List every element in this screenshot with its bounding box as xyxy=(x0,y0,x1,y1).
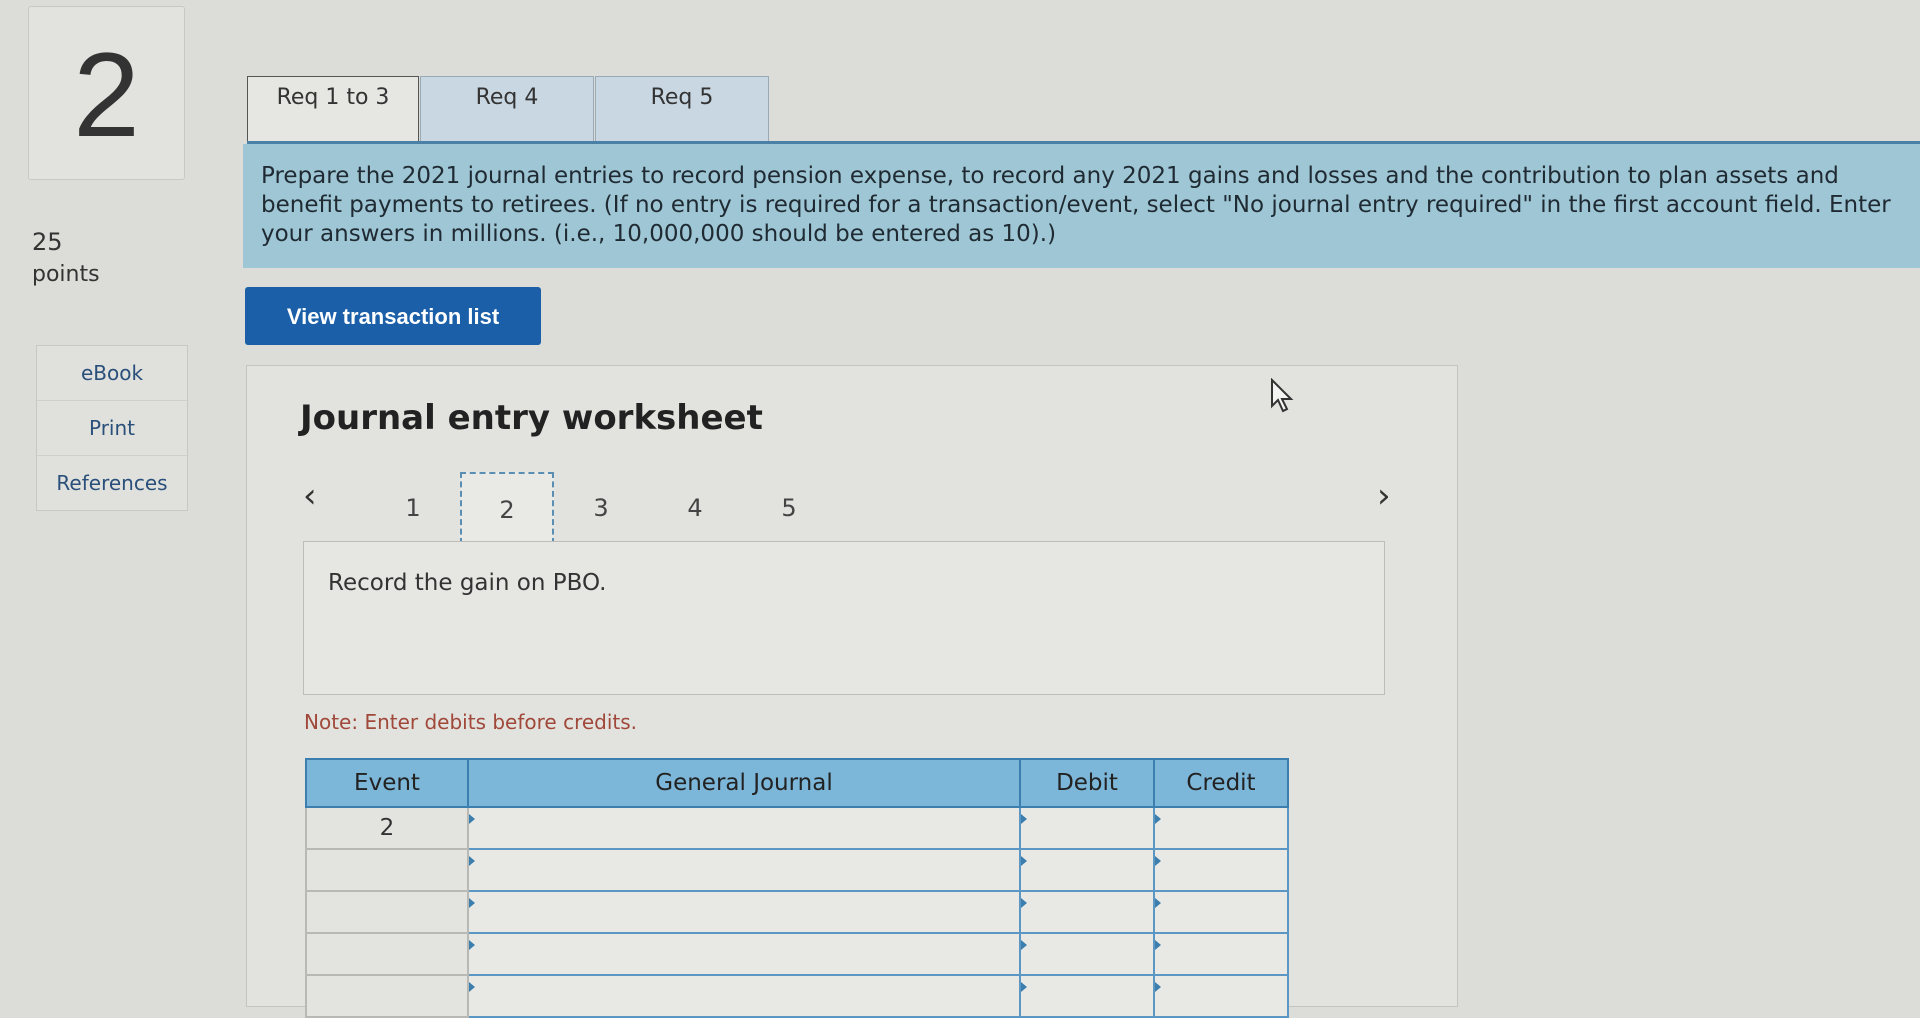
question-number: 2 xyxy=(73,28,140,162)
header-general-journal: General Journal xyxy=(467,758,1021,808)
record-description-box xyxy=(303,541,1385,695)
account-field[interactable] xyxy=(467,848,1021,892)
event-cell: 2 xyxy=(305,806,469,850)
account-field[interactable] xyxy=(467,890,1021,934)
question-number-box: 2 xyxy=(28,6,185,180)
tab-req-1-to-3[interactable]: Req 1 to 3 xyxy=(247,76,419,141)
points-value: 25 xyxy=(32,228,63,256)
header-event: Event xyxy=(305,758,469,808)
side-links: eBook Print References xyxy=(36,345,188,511)
worksheet-title: Journal entry worksheet xyxy=(300,398,763,438)
tab-req-4[interactable]: Req 4 xyxy=(420,76,594,141)
credit-field[interactable] xyxy=(1153,848,1289,892)
event-cell xyxy=(305,932,469,976)
table-row xyxy=(305,890,1289,934)
debit-field[interactable] xyxy=(1019,890,1155,934)
next-step-icon[interactable]: › xyxy=(1377,476,1391,516)
account-field[interactable] xyxy=(467,932,1021,976)
tab-req-5[interactable]: Req 5 xyxy=(595,76,769,141)
account-field[interactable] xyxy=(467,974,1021,1018)
table-row xyxy=(305,848,1289,892)
credit-field[interactable] xyxy=(1153,974,1289,1018)
references-link[interactable]: References xyxy=(37,456,187,510)
debit-field[interactable] xyxy=(1019,932,1155,976)
header-credit: Credit xyxy=(1153,758,1289,808)
journal-table: Event General Journal Debit Credit 2 xyxy=(305,758,1289,1018)
step-3[interactable]: 3 xyxy=(554,472,648,544)
account-field[interactable] xyxy=(467,806,1021,850)
debits-note: Note: Enter debits before credits. xyxy=(304,710,638,734)
event-cell xyxy=(305,890,469,934)
instructions-text: Prepare the 2021 journal entries to reco… xyxy=(243,144,1920,268)
credit-field[interactable] xyxy=(1153,806,1289,850)
view-transaction-list-button[interactable]: View transaction list xyxy=(245,287,541,345)
table-row xyxy=(305,932,1289,976)
print-link[interactable]: Print xyxy=(37,401,187,456)
ebook-link[interactable]: eBook xyxy=(37,346,187,401)
points-label: points xyxy=(32,262,100,287)
debit-field[interactable] xyxy=(1019,974,1155,1018)
table-row xyxy=(305,974,1289,1018)
debit-field[interactable] xyxy=(1019,848,1155,892)
debit-field[interactable] xyxy=(1019,806,1155,850)
event-cell xyxy=(305,974,469,1018)
credit-field[interactable] xyxy=(1153,890,1289,934)
step-2[interactable]: 2 xyxy=(460,472,554,544)
mouse-cursor-icon xyxy=(1271,378,1294,413)
prev-step-icon[interactable]: ‹ xyxy=(303,476,317,516)
table-row: 2 xyxy=(305,806,1289,850)
step-1[interactable]: 1 xyxy=(366,472,460,544)
header-debit: Debit xyxy=(1019,758,1155,808)
event-cell xyxy=(305,848,469,892)
record-description: Record the gain on PBO. xyxy=(328,570,607,596)
step-4[interactable]: 4 xyxy=(648,472,742,544)
step-5[interactable]: 5 xyxy=(742,472,836,544)
credit-field[interactable] xyxy=(1153,932,1289,976)
